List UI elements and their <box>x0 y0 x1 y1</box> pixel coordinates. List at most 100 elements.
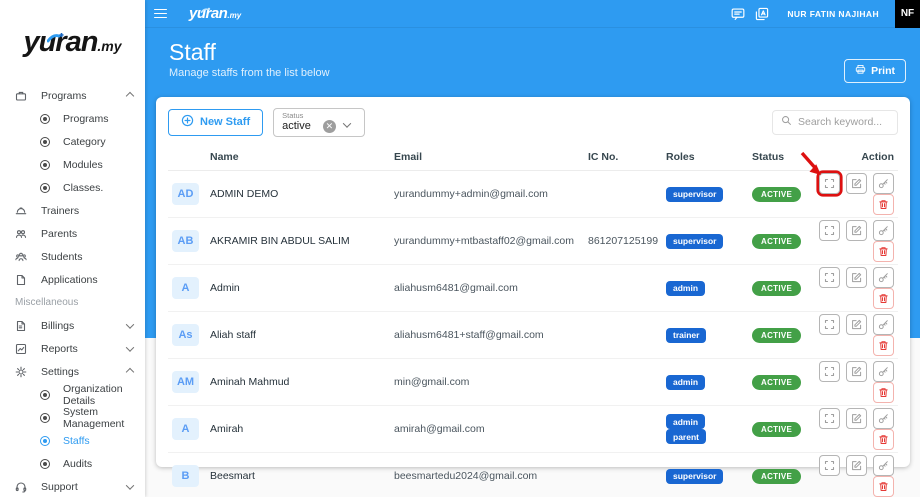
password-key-button[interactable] <box>873 173 894 194</box>
chevron-down-icon <box>125 480 135 490</box>
sidebar-subitem-staffs[interactable]: Staffs <box>0 429 145 452</box>
role-badge: supervisor <box>666 468 724 484</box>
delete-button[interactable] <box>873 241 894 262</box>
table-row: A Amirah amirah@gmail.com adminparent AC… <box>168 405 898 453</box>
password-key-button[interactable] <box>873 267 894 288</box>
role-badge: supervisor <box>666 233 724 249</box>
radio-icon <box>40 182 50 193</box>
password-key-button[interactable] <box>873 455 894 476</box>
expand-button[interactable] <box>819 408 841 429</box>
chevron-up-icon <box>125 91 135 100</box>
password-key-button[interactable] <box>873 220 894 241</box>
table-row: AD ADMIN DEMO yurandummy+admin@gmail.com… <box>168 170 898 218</box>
expand-button[interactable] <box>819 314 841 335</box>
chat-icon[interactable] <box>731 7 745 21</box>
chevron-down-icon <box>125 319 135 329</box>
expand-button[interactable] <box>819 455 841 476</box>
delete-button[interactable] <box>873 288 894 309</box>
print-button[interactable]: Print <box>844 59 906 83</box>
edit-button[interactable] <box>846 408 868 429</box>
sidebar-item-students[interactable]: Students <box>0 245 145 268</box>
user-avatar[interactable]: NF <box>895 0 920 28</box>
sidebar-item-billings[interactable]: Billings <box>0 314 145 337</box>
menu-icon[interactable] <box>154 8 167 19</box>
edit-button[interactable] <box>846 455 868 476</box>
students-icon <box>15 251 28 263</box>
staff-email: yurandummy+mtbastaff02@gmail.com <box>390 217 584 265</box>
table-row: As Aliah staff aliahusm6481+staff@gmail.… <box>168 311 898 359</box>
expand-button[interactable] <box>819 361 841 382</box>
sidebar-item-programs[interactable]: Programs <box>0 84 145 107</box>
status-badge: ACTIVE <box>752 186 802 202</box>
sidebar-subitem-system-management[interactable]: System Management <box>0 406 145 430</box>
status-filter[interactable]: Status active ✕ <box>273 107 366 137</box>
page-subtitle: Manage staffs from the list below <box>169 67 330 79</box>
sidebar-item-trainers[interactable]: Trainers <box>0 199 145 222</box>
staff-email: amirah@gmail.com <box>390 405 584 453</box>
delete-button[interactable] <box>873 429 894 450</box>
column-header-status: Status <box>748 145 804 171</box>
edit-button[interactable] <box>846 220 868 241</box>
staff-email: aliahusm6481+staff@gmail.com <box>390 311 584 359</box>
delete-button[interactable] <box>873 382 894 403</box>
delete-button[interactable] <box>873 335 894 356</box>
avatar: A <box>172 277 199 299</box>
role-badge: parent <box>666 429 706 444</box>
clear-filter-icon[interactable]: ✕ <box>322 119 336 133</box>
status-badge: ACTIVE <box>752 327 802 343</box>
radio-icon <box>40 458 50 469</box>
status-filter-label: Status <box>282 111 304 120</box>
sidebar-subitem-audits[interactable]: Audits <box>0 452 145 475</box>
delete-button[interactable] <box>873 194 894 215</box>
edit-button[interactable] <box>846 361 868 382</box>
roles-cell: admin <box>662 264 748 312</box>
sidebar-item-support[interactable]: Support <box>0 475 145 497</box>
sidebar-item-settings[interactable]: Settings <box>0 360 145 383</box>
password-key-button[interactable] <box>873 361 894 382</box>
new-staff-button[interactable]: New Staff <box>168 108 264 136</box>
card-toolbar: New Staff Status active ✕ <box>168 107 898 137</box>
sidebar-subitem-classes[interactable]: Classes. <box>0 176 145 199</box>
sidebar-subitem-programs[interactable]: Programs <box>0 107 145 130</box>
page-header: Staff Manage staffs from the list below … <box>145 28 920 97</box>
edit-button[interactable] <box>846 314 868 335</box>
expand-button[interactable] <box>819 220 841 241</box>
sidebar-subitem-category[interactable]: Category <box>0 130 145 153</box>
sidebar-item-applications[interactable]: Applications <box>0 268 145 291</box>
expand-button[interactable] <box>819 267 841 288</box>
status-badge: ACTIVE <box>752 468 802 484</box>
radio-icon <box>40 435 50 446</box>
report-icon <box>15 343 28 355</box>
sidebar-section-miscellaneous: Miscellaneous <box>15 297 79 308</box>
staff-name: Admin <box>206 264 390 312</box>
sidebar-subitem-organization-details[interactable]: Organization Details <box>0 383 145 407</box>
user-name[interactable]: NUR FATIN NAJIHAH <box>787 9 879 19</box>
search-input[interactable] <box>798 116 888 128</box>
avatar: B <box>172 465 199 487</box>
translate-icon[interactable] <box>755 7 769 21</box>
radio-icon <box>40 113 50 124</box>
edit-button[interactable] <box>846 173 868 194</box>
topbar-logo: yuran.my <box>189 5 241 22</box>
staff-ic: 861207125199 <box>584 217 662 265</box>
staff-name: AKRAMIR BIN ABDUL SALIM <box>206 217 390 265</box>
expand-button[interactable] <box>819 173 841 194</box>
roles-cell: adminparent <box>662 405 748 453</box>
staff-name: Aminah Mahmud <box>206 358 390 406</box>
logo-swoosh-icon <box>47 19 67 52</box>
staff-ic <box>584 311 662 359</box>
sidebar-item-parents[interactable]: Parents <box>0 222 145 245</box>
roles-cell: supervisor <box>662 170 748 218</box>
sidebar-subitem-modules[interactable]: Modules <box>0 153 145 176</box>
role-badge: admin <box>666 414 706 429</box>
sidebar-item-reports[interactable]: Reports <box>0 337 145 360</box>
staff-ic <box>584 452 662 497</box>
password-key-button[interactable] <box>873 408 894 429</box>
logo-swoosh-icon <box>200 1 212 18</box>
edit-button[interactable] <box>846 267 868 288</box>
delete-button[interactable] <box>873 476 894 497</box>
staff-card: New Staff Status active ✕ Search keyword… <box>156 97 910 497</box>
password-key-button[interactable] <box>873 314 894 335</box>
staff-email: aliahusm6481@gmail.com <box>390 264 584 312</box>
status-badge: ACTIVE <box>752 233 802 249</box>
